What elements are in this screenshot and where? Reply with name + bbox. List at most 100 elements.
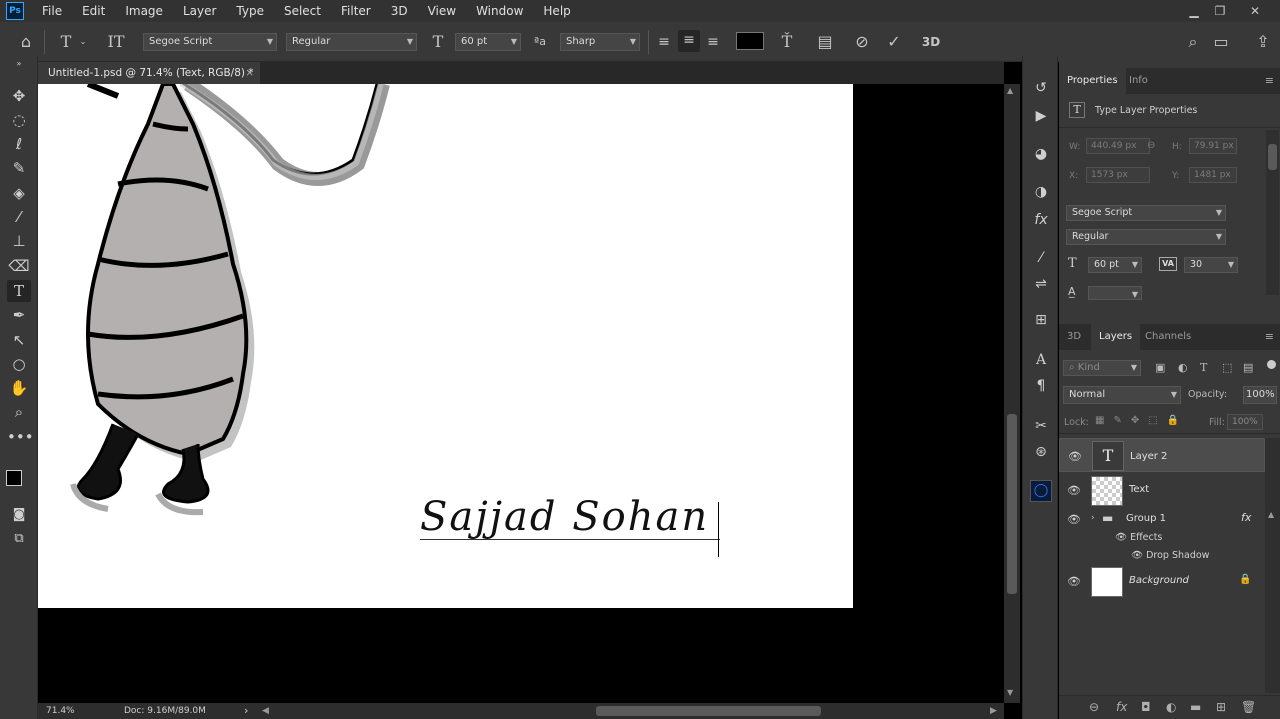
cancel-icon[interactable]: ⊘ [852,32,872,52]
brush-presets-icon[interactable]: ⇌ [1031,274,1051,294]
new-layer-icon[interactable]: ⊞ [1216,700,1226,714]
horizontal-scroll-thumb[interactable] [596,706,821,716]
styles-fx-icon[interactable]: fx [1031,210,1051,230]
layer-row-background[interactable]: 👁 Background 🔒 [1059,565,1265,599]
share-icon[interactable]: ⇪ [1253,32,1273,52]
brush-tool-icon[interactable]: ⁄ [7,206,31,228]
ellipse-tool-icon[interactable]: ○ [7,353,31,375]
prop-font-style-select[interactable]: Regular ▼ [1066,229,1226,245]
font-style-select[interactable]: Regular ▼ [286,33,417,51]
menu-type[interactable]: Type [226,0,274,22]
prop-font-family-select[interactable]: Segoe Script ▼ [1066,205,1226,221]
expand-chevron-icon[interactable]: › [1091,513,1095,523]
add-style-icon[interactable]: fx [1116,700,1127,714]
home-icon[interactable]: ⌂ [16,32,36,52]
eye-icon[interactable]: 👁 [1068,449,1082,465]
navigator-icon[interactable]: ⊛ [1031,442,1051,462]
hand-tool-icon[interactable]: ✋ [7,377,31,399]
character-panel-icon[interactable]: ▤ [815,32,835,52]
close-tab-icon[interactable]: × [245,62,254,84]
scroll-right-icon[interactable]: ▶ [990,703,997,719]
align-right-icon[interactable]: ≡ [703,32,723,52]
eye-icon[interactable]: 👁 [1115,532,1127,543]
tracking-select[interactable]: 30 ▼ [1184,257,1238,273]
link-icon[interactable]: ⊖ [1147,140,1155,151]
history-icon[interactable]: ↺ [1031,78,1051,98]
paint-bucket-icon[interactable]: ◈ [7,182,31,204]
tab-layers[interactable]: Layers [1091,324,1141,350]
vertical-scroll-thumb[interactable] [1007,414,1017,594]
type-tool-preset-icon[interactable]: T [56,32,76,52]
status-menu-arrow[interactable]: › [244,703,248,719]
layer-row-text[interactable]: 👁 Text [1059,474,1265,508]
3d-button[interactable]: 3D [918,32,944,52]
properties-scroll-thumb[interactable] [1268,144,1277,170]
filter-type-icon[interactable]: T [1200,361,1207,374]
tab-properties[interactable]: Properties [1059,68,1126,94]
tools-icon[interactable]: ✂ [1031,416,1051,436]
eye-icon[interactable]: 👁 [1067,575,1081,588]
scroll-left-icon[interactable]: ◀ [262,703,269,719]
delete-layer-icon[interactable]: 🗑 [1241,700,1256,714]
clone-source-icon[interactable]: ⊞ [1031,310,1051,330]
lock-icon[interactable]: 🔒 [1239,574,1251,585]
path-select-icon[interactable]: ↖ [7,329,31,351]
marquee-tool-icon[interactable]: ◌ [7,109,31,131]
layer-filter-kind[interactable]: ⌕ Kind ▼ [1063,360,1141,376]
filter-pixel-icon[interactable]: ▣ [1155,361,1165,374]
eye-icon[interactable]: 👁 [1067,513,1081,526]
eraser-tool-icon[interactable]: ⌫ [7,255,31,277]
eye-icon[interactable]: 👁 [1131,550,1143,561]
tab-3d[interactable]: 3D [1059,324,1089,350]
vertical-scrollbar[interactable]: ▲ ▼ [1004,84,1020,703]
canvas-area[interactable]: Sajjad Sohan [38,84,1004,703]
add-mask-icon[interactable]: ◘ [1141,700,1151,714]
drop-shadow-row[interactable]: 👁 Drop Shadow [1131,550,1209,561]
quick-mask-icon[interactable]: ◙ [7,504,31,526]
move-tool-icon[interactable]: ✥ [7,85,31,107]
adjustments-icon[interactable]: ◑ [1031,182,1051,202]
document-tab[interactable]: Untitled-1.psd @ 71.4% (Text, RGB/8) * × [38,62,260,84]
document-canvas[interactable]: Sajjad Sohan [38,84,853,608]
close-window-button[interactable]: ✕ [1244,2,1266,20]
prop-font-size-select[interactable]: 60 pt ▼ [1088,257,1142,273]
menu-file[interactable]: File [32,0,72,22]
menu-layer[interactable]: Layer [173,0,226,22]
x-field[interactable]: 1573 px [1086,167,1150,183]
fx-icon[interactable]: fx [1241,511,1251,524]
menu-image[interactable]: Image [115,0,173,22]
foreground-color-swatch[interactable] [6,470,22,486]
warp-text-icon[interactable]: Ť [777,32,797,52]
link-layers-icon[interactable]: ⊖ [1089,700,1099,714]
panel-menu-icon[interactable]: ≡ [1265,324,1274,350]
menu-help[interactable]: Help [533,0,580,22]
menu-3d[interactable]: 3D [381,0,418,22]
scroll-up-icon[interactable]: ▲ [1268,510,1274,519]
scroll-down-icon[interactable]: ▼ [1007,688,1013,697]
chevron-down-icon[interactable]: ⌄ [78,32,88,52]
fill-field[interactable]: 100% [1227,414,1263,430]
minimize-button[interactable]: ▁ [1183,2,1205,20]
lock-icons[interactable]: ▦✎✥⬚🔒 [1095,415,1188,426]
menu-edit[interactable]: Edit [72,0,115,22]
lasso-tool-icon[interactable]: ℓ [7,133,31,155]
restore-button[interactable]: ❐ [1209,2,1231,20]
tab-channels[interactable]: Channels [1137,324,1199,350]
filter-toggle-icon[interactable] [1267,360,1276,369]
eye-icon[interactable]: 👁 [1067,484,1081,497]
effects-row[interactable]: 👁 Effects [1115,532,1162,543]
font-family-select[interactable]: Segoe Script ▼ [143,33,277,51]
font-size-select[interactable]: 60 pt ▼ [455,33,521,51]
menu-select[interactable]: Select [274,0,331,22]
y-field[interactable]: 1481 px [1189,167,1237,183]
filter-shape-icon[interactable]: ⬚ [1222,361,1232,374]
signature-text-layer[interactable]: Sajjad Sohan [420,494,709,540]
commit-check-icon[interactable]: ✓ [884,32,904,52]
menu-filter[interactable]: Filter [331,0,381,22]
actions-play-icon[interactable]: ▶ [1031,106,1051,126]
layer-row-group-1[interactable]: 👁 › ▬ Group 1 fx [1059,506,1265,534]
type-tool-icon[interactable]: T [7,280,31,302]
new-adjustment-icon[interactable]: ◐ [1166,700,1176,714]
new-group-icon[interactable]: ▬ [1190,700,1201,714]
properties-scrollbar[interactable] [1266,130,1279,295]
